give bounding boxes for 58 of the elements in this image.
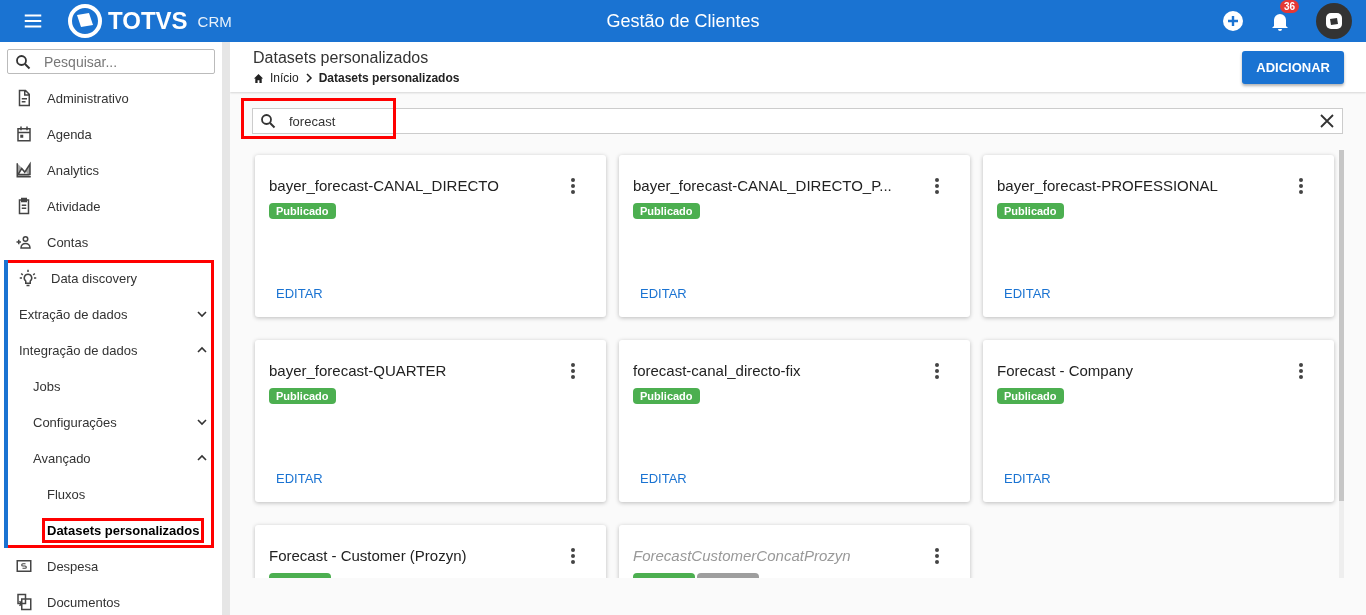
sidebar-item[interactable]: Data discovery xyxy=(4,260,214,296)
sidebar-item[interactable]: Agenda xyxy=(0,116,222,152)
search-icon xyxy=(260,113,276,129)
card-title: bayer_forecast-CANAL_DIRECTO_P... xyxy=(633,177,893,194)
add-button[interactable]: ADICIONAR xyxy=(1242,50,1344,84)
card-title: ForecastCustomerConcatProzyn xyxy=(633,547,852,564)
calendar-icon xyxy=(15,125,33,143)
edit-button[interactable]: EDITAR xyxy=(997,286,1058,301)
add-icon[interactable] xyxy=(1222,10,1244,32)
sidebar-item[interactable]: Datasets personalizados xyxy=(4,512,214,548)
home-icon xyxy=(253,72,264,84)
product-name: CRM xyxy=(197,12,232,30)
chart-icon xyxy=(15,161,33,179)
card-title: forecast-canal_directo-fix xyxy=(633,362,802,379)
documents-icon xyxy=(15,593,33,611)
avatar[interactable] xyxy=(1316,3,1352,39)
sidebar-item[interactable]: Jobs xyxy=(4,368,214,404)
edit-button[interactable]: EDITAR xyxy=(269,286,330,301)
search-icon xyxy=(15,54,31,70)
page-title: Datasets personalizados xyxy=(253,49,430,67)
logo-icon xyxy=(68,4,102,38)
card-title: Forecast - Company xyxy=(997,362,1134,379)
edit-button[interactable]: EDITAR xyxy=(269,471,330,486)
sidebar-item[interactable]: Documentos xyxy=(0,584,222,615)
sidebar-item[interactable]: Contas xyxy=(0,224,222,260)
search-field[interactable]: forecast xyxy=(252,108,1343,134)
brand-name: TOTVS xyxy=(108,7,188,35)
sidebar-item[interactable]: Atividade xyxy=(0,188,222,224)
status-badge: Publicado xyxy=(269,388,336,404)
app-title: Gestão de Clientes xyxy=(606,10,760,31)
sidebar-item[interactable]: Administrativo xyxy=(0,80,222,116)
sidebar-item[interactable]: Despesa xyxy=(0,548,222,584)
money-icon xyxy=(15,557,33,575)
notification-count: 36 xyxy=(1280,0,1300,13)
status-badge: Publicado xyxy=(633,203,700,219)
card-title: Forecast - Customer (Prozyn) xyxy=(269,547,468,564)
close-icon[interactable] xyxy=(1320,114,1334,128)
card-title: bayer_forecast-QUARTER xyxy=(269,362,448,379)
status-badge: Publicado xyxy=(269,203,336,219)
sidebar-search-field[interactable]: Pesquisar... xyxy=(7,49,215,74)
sidebar-item[interactable]: Fluxos xyxy=(4,476,214,512)
card-title: bayer_forecast-CANAL_DIRECTO xyxy=(269,177,500,194)
sidebar-item[interactable]: Extração de dados xyxy=(4,296,214,332)
sidebar-item[interactable]: Avançado xyxy=(4,440,214,476)
card-title: bayer_forecast-PROFESSIONAL xyxy=(997,177,1219,194)
status-badge: Publicado xyxy=(997,388,1064,404)
breadcrumb-link[interactable]: Início xyxy=(270,71,299,85)
edit-button[interactable]: EDITAR xyxy=(633,286,694,301)
lightbulb-icon xyxy=(19,269,37,287)
sidebar-item[interactable]: Analytics xyxy=(0,152,222,188)
edit-button[interactable]: EDITAR xyxy=(633,471,694,486)
sidebar-item[interactable]: Integração de dados xyxy=(4,332,214,368)
status-badge: Publicado xyxy=(633,388,700,404)
add-user-icon xyxy=(15,233,33,251)
status-badge: Publicado xyxy=(997,203,1064,219)
sidebar-item[interactable]: Configurações xyxy=(4,404,214,440)
chevron-icon xyxy=(304,73,313,83)
edit-button[interactable]: EDITAR xyxy=(997,471,1058,486)
